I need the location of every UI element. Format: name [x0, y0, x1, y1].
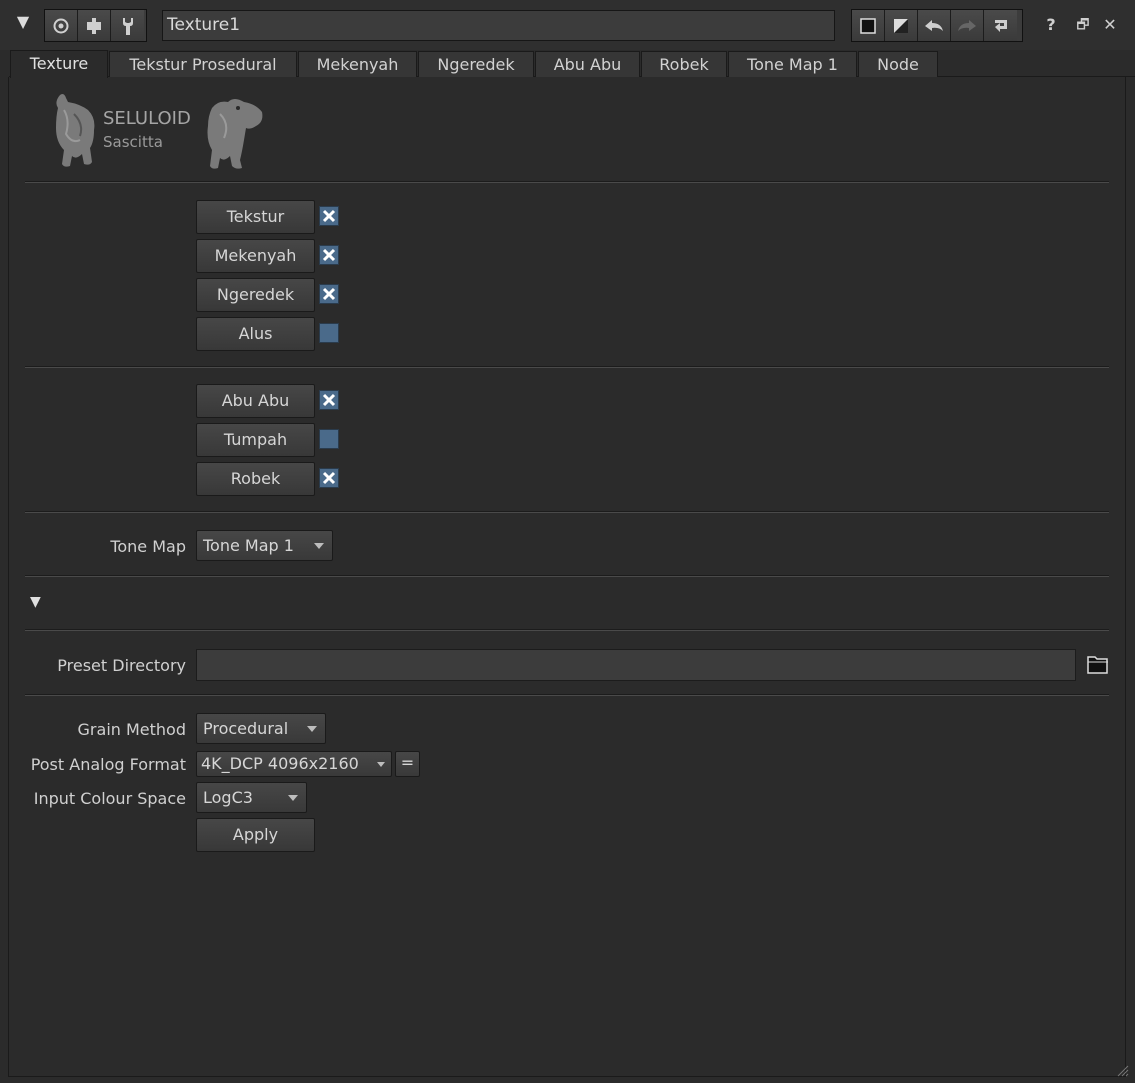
float-window-button[interactable]: 🗗	[1071, 12, 1095, 38]
edit-buttons	[851, 9, 1023, 42]
separator	[25, 181, 1109, 183]
undo-button[interactable]	[918, 10, 951, 41]
preset-directory-label: Preset Directory	[57, 656, 186, 675]
redo-icon	[958, 19, 976, 31]
circle-dot-icon	[53, 18, 69, 33]
grain-method-dropdown[interactable]: Procedural	[196, 713, 326, 744]
tumpah-button[interactable]: Tumpah	[196, 423, 315, 457]
node-mode-buttons	[44, 9, 147, 42]
resize-grip-icon[interactable]	[1115, 1063, 1129, 1077]
chevron-down-icon	[288, 795, 298, 801]
separator	[25, 575, 1109, 577]
viewer-toggle-button[interactable]	[45, 10, 78, 41]
input-colour-space-dropdown[interactable]: LogC3	[196, 782, 307, 813]
check-x-icon	[322, 209, 336, 223]
section-expand-arrow-icon[interactable]: ▼	[30, 594, 41, 610]
panel-border	[8, 1076, 1126, 1077]
preset-directory-input[interactable]	[196, 649, 1076, 681]
tab-tekstur-prosedural[interactable]: Tekstur Prosedural	[109, 51, 297, 77]
chevron-down-icon	[314, 543, 324, 549]
tab-ngeredek[interactable]: Ngeredek	[418, 51, 534, 77]
check-x-icon	[322, 287, 336, 301]
tab-node[interactable]: Node	[858, 51, 938, 77]
post-analog-format-dropdown[interactable]: 4K_DCP 4096x2160	[196, 751, 392, 777]
chevron-down-icon	[377, 762, 385, 767]
node-name-field[interactable]: Texture1	[162, 10, 835, 41]
apply-button[interactable]: Apply	[196, 818, 315, 852]
tab-texture[interactable]: Texture	[10, 50, 108, 78]
tab-tone-map-1[interactable]: Tone Map 1	[728, 51, 857, 77]
color-swatch-button[interactable]	[852, 10, 885, 41]
post-analog-format-label: Post Analog Format	[30, 755, 186, 774]
input-colour-space-value: LogC3	[203, 788, 253, 807]
settings-button[interactable]	[111, 10, 144, 41]
tekstur-button[interactable]: Tekstur	[196, 200, 315, 234]
swatch-icon	[860, 17, 876, 34]
alus-button[interactable]: Alus	[196, 317, 315, 351]
check-x-icon	[322, 248, 336, 262]
chevron-down-icon	[307, 726, 317, 732]
collapse-arrow-icon[interactable]: ▼	[12, 11, 34, 33]
close-button[interactable]: ✕	[1098, 12, 1122, 38]
post-analog-format-value: 4K_DCP 4096x2160	[201, 754, 359, 773]
grain-method-label: Grain Method	[77, 720, 186, 739]
ngeredek-button[interactable]: Ngeredek	[196, 278, 315, 312]
alus-checkbox[interactable]	[319, 323, 339, 343]
abu-abu-button[interactable]: Abu Abu	[196, 384, 315, 418]
tone-map-value: Tone Map 1	[203, 536, 294, 555]
node-icon	[87, 17, 101, 34]
robek-checkbox[interactable]	[319, 468, 339, 488]
dog-left-icon	[56, 94, 95, 167]
tab-robek[interactable]: Robek	[641, 51, 727, 77]
tone-map-label: Tone Map	[110, 537, 186, 556]
separator	[25, 629, 1109, 631]
revert-button[interactable]	[984, 10, 1017, 41]
tumpah-checkbox[interactable]	[319, 429, 339, 449]
undo-icon	[925, 19, 943, 31]
ngeredek-checkbox[interactable]	[319, 284, 339, 304]
check-x-icon	[322, 471, 336, 485]
mekenyah-checkbox[interactable]	[319, 245, 339, 265]
logo-title: SELULOID	[103, 108, 191, 129]
mask-toggle-button[interactable]	[885, 10, 918, 41]
input-colour-space-label: Input Colour Space	[33, 789, 186, 808]
tab-mekenyah[interactable]: Mekenyah	[298, 51, 417, 77]
grain-method-value: Procedural	[203, 719, 289, 738]
separator	[25, 511, 1109, 513]
mask-icon	[894, 18, 908, 33]
node-graph-button[interactable]	[78, 10, 111, 41]
tekstur-checkbox[interactable]	[319, 206, 339, 226]
mekenyah-button[interactable]: Mekenyah	[196, 239, 315, 273]
logo-subtitle: Sascitta	[103, 133, 163, 151]
tone-map-dropdown[interactable]: Tone Map 1	[196, 530, 333, 561]
wrench-icon	[122, 17, 133, 35]
revert-icon	[994, 19, 1007, 32]
check-x-icon	[322, 393, 336, 407]
redo-button[interactable]	[951, 10, 984, 41]
separator	[25, 694, 1109, 696]
format-link-button[interactable]: =	[395, 751, 420, 777]
panel-border	[1125, 77, 1126, 1077]
tab-abu-abu[interactable]: Abu Abu	[535, 51, 640, 77]
folder-icon[interactable]	[1086, 652, 1110, 676]
panel-border	[8, 77, 9, 1077]
tab-bar: Texture Tekstur Prosedural Mekenyah Nger…	[9, 50, 1135, 78]
help-button[interactable]: ?	[1039, 12, 1063, 38]
dog-right-icon	[207, 99, 263, 169]
abu-abu-checkbox[interactable]	[319, 390, 339, 410]
separator	[25, 366, 1109, 368]
robek-button[interactable]: Robek	[196, 462, 315, 496]
